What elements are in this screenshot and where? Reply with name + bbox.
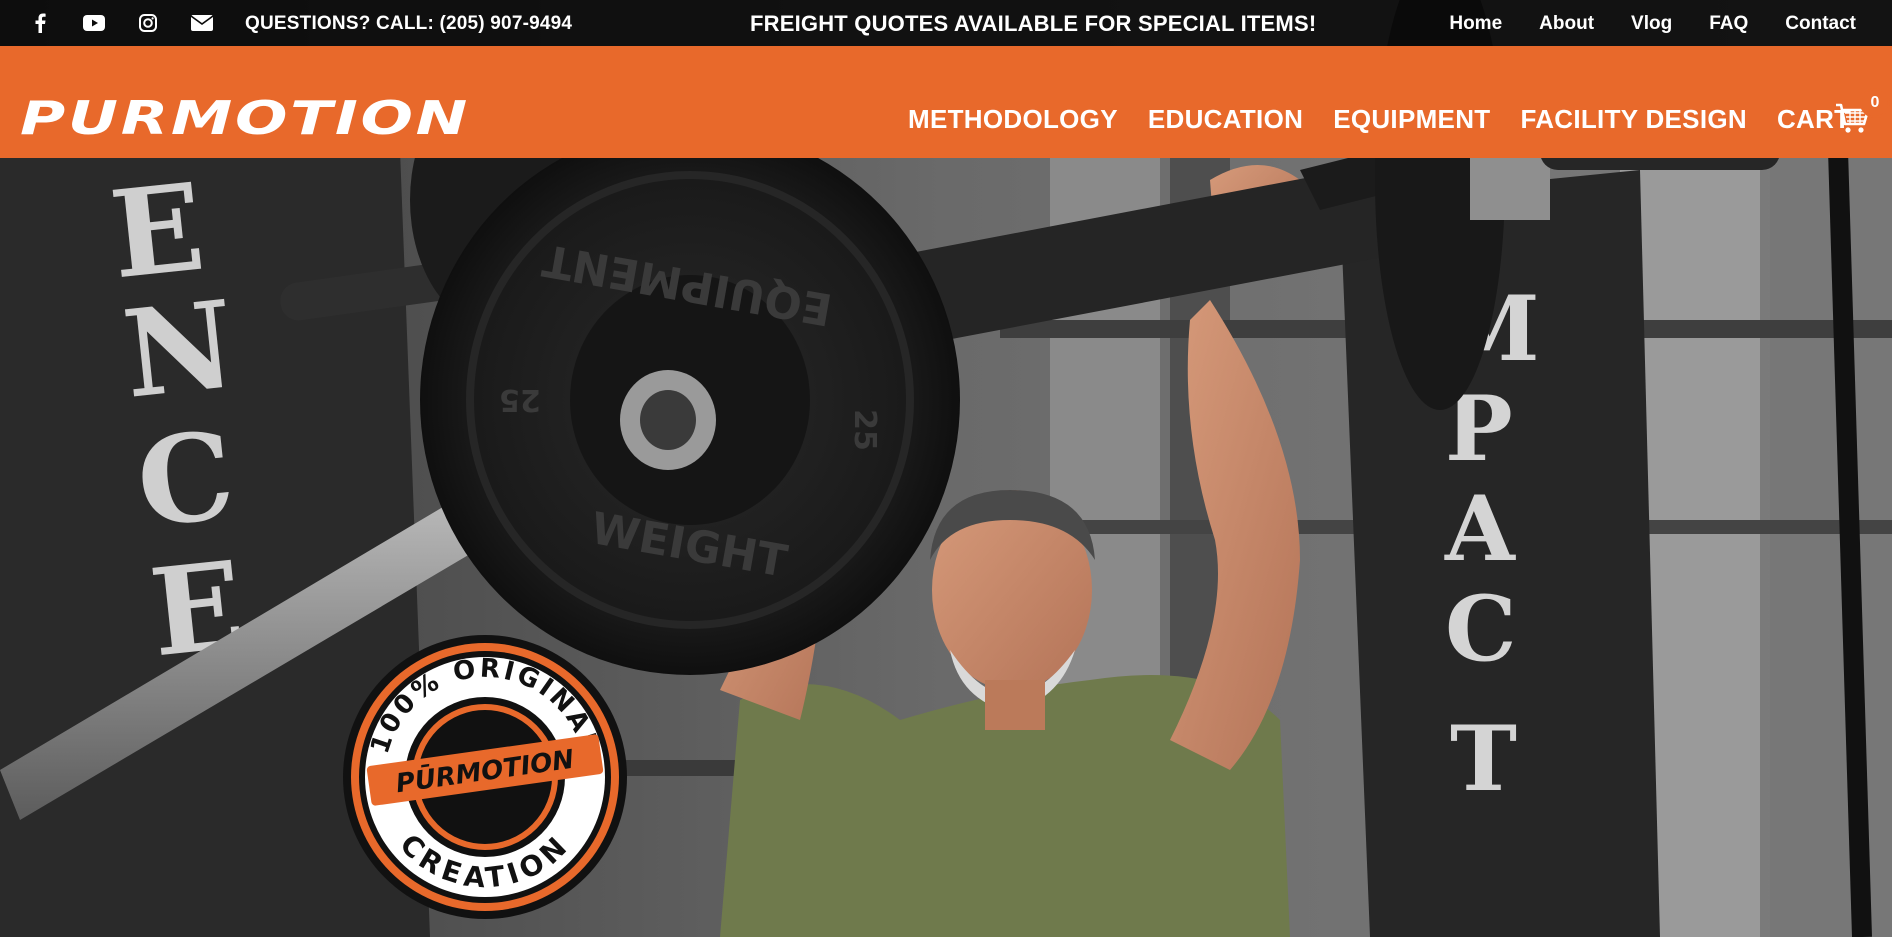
main-header: PŪRMOTION METHODOLOGY EDUCATION EQUIPMEN… <box>0 46 1892 158</box>
nav-equipment[interactable]: EQUIPMENT <box>1333 104 1490 135</box>
utility-nav: Home About Vlog FAQ Contact <box>1449 13 1856 35</box>
youtube-icon[interactable] <box>82 12 106 34</box>
nav-contact-link[interactable]: Contact <box>1785 13 1856 35</box>
instagram-icon[interactable] <box>136 12 160 34</box>
banner-right-letter: C <box>1445 576 1517 682</box>
banner-right-letter: T <box>1450 706 1517 812</box>
cart-count-badge: 0 <box>1860 88 1890 118</box>
original-creation-seal: 100% ORIGINAL CREATION PŪRMOTION <box>340 632 630 922</box>
nav-methodology[interactable]: METHODOLOGY <box>908 104 1118 135</box>
purmotion-logo[interactable]: PŪRMOTION <box>20 91 472 145</box>
top-utility-bar: QUESTIONS? CALL: (205) 907-9494 FREIGHT … <box>0 0 1892 46</box>
banner-left-letter: N <box>117 274 241 426</box>
banner-left-letter: C <box>131 405 241 555</box>
nav-about-link[interactable]: About <box>1539 13 1594 35</box>
promo-banner-text: FREIGHT QUOTES AVAILABLE FOR SPECIAL ITE… <box>750 11 1317 36</box>
nav-education[interactable]: EDUCATION <box>1148 104 1303 135</box>
logo-text: PŪRMOTION <box>20 96 470 140</box>
plate-weight-left: 25 <box>499 382 541 417</box>
nav-facility-design[interactable]: FACILITY DESIGN <box>1520 104 1747 135</box>
plate-weight-right: 25 <box>847 409 882 451</box>
nav-home-link[interactable]: Home <box>1449 13 1502 35</box>
envelope-icon[interactable] <box>190 12 214 34</box>
phone-contact[interactable]: QUESTIONS? CALL: (205) 907-9494 <box>245 13 572 35</box>
nav-vlog-link[interactable]: Vlog <box>1631 13 1672 35</box>
social-links <box>28 12 214 34</box>
main-nav: METHODOLOGY EDUCATION EQUIPMENT FACILITY… <box>908 104 1850 135</box>
banner-right-letter: A <box>1444 476 1516 582</box>
nav-faq-link[interactable]: FAQ <box>1709 13 1748 35</box>
facebook-icon[interactable] <box>28 12 52 34</box>
weight-plate: EQUIPMENT WEIGHT 25 25 <box>420 125 960 675</box>
